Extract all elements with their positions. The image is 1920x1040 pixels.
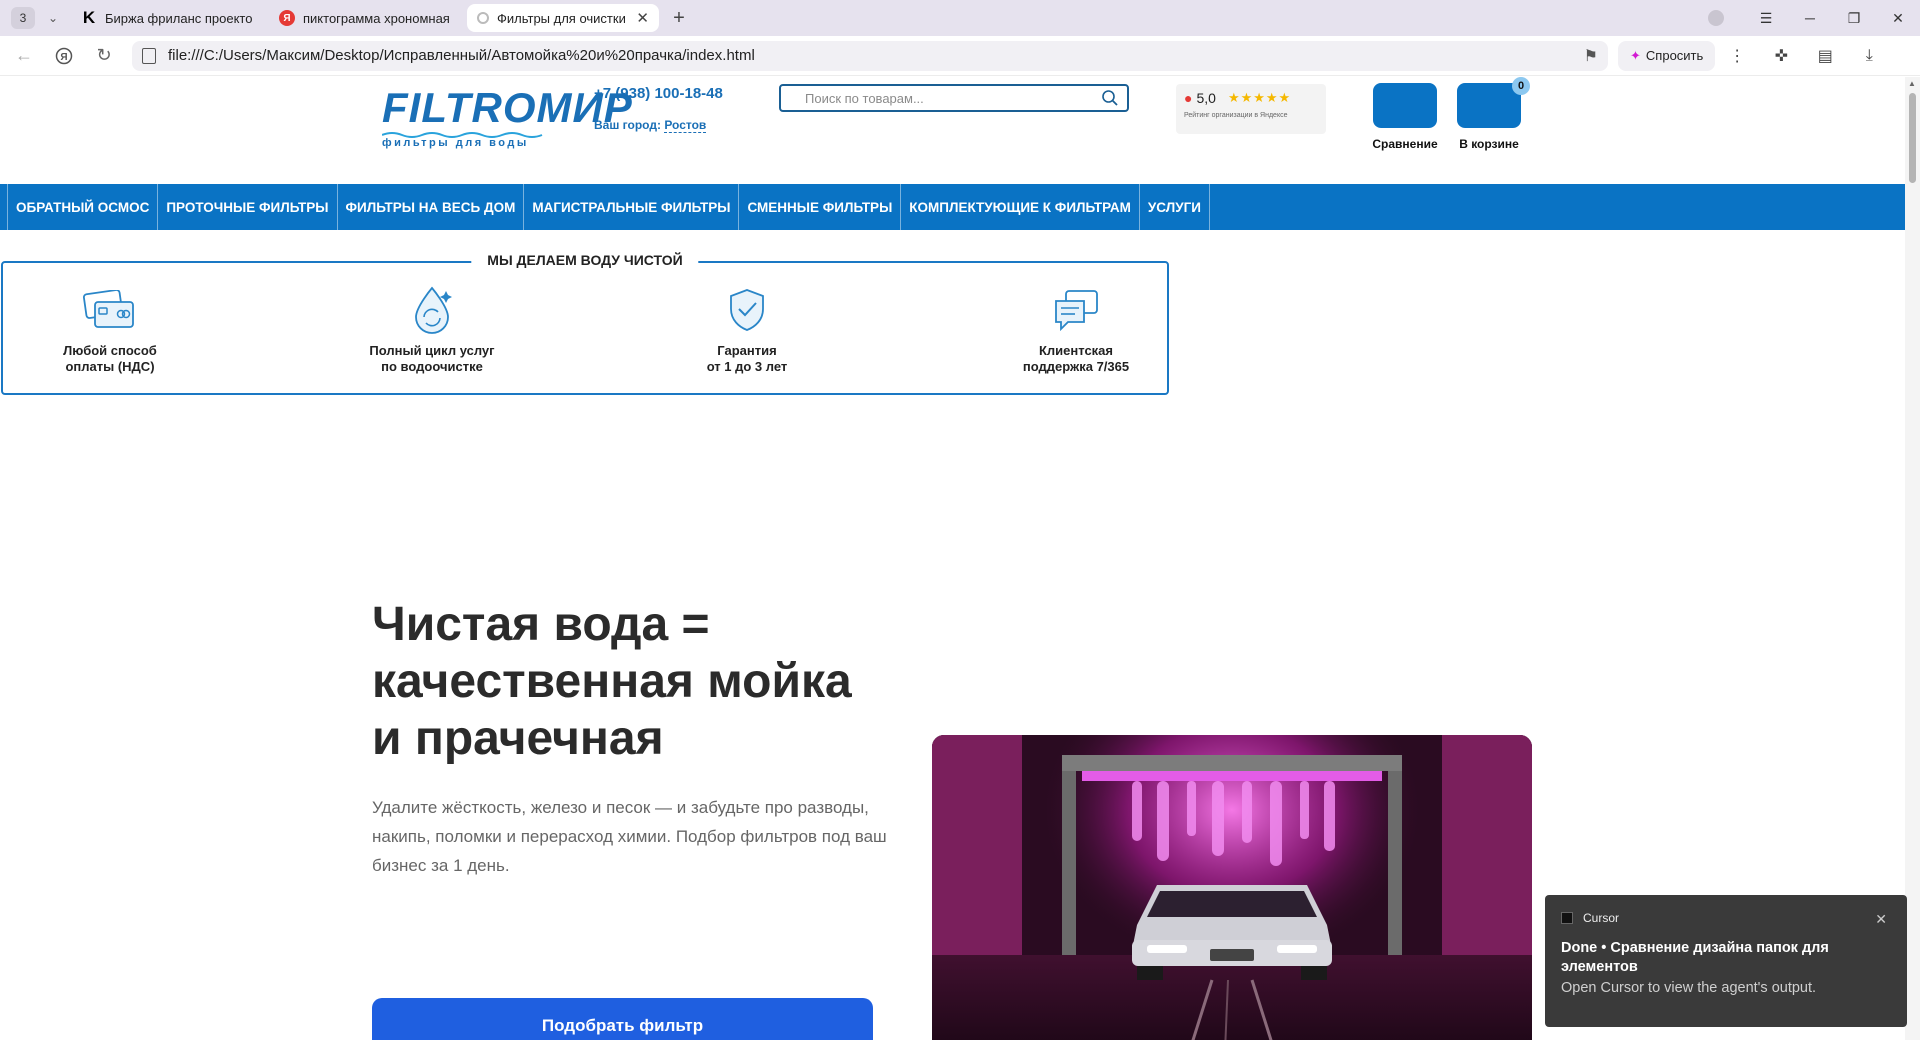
nav-item-services[interactable]: УСЛУГИ <box>1138 184 1210 230</box>
feature-full-cycle: Полный цикл услуг по водоочистке <box>342 285 522 375</box>
scroll-up-icon[interactable]: ▲ <box>1908 79 1916 88</box>
cursor-app-icon <box>1561 912 1573 924</box>
feature-payment: Любой способ оплаты (НДС) <box>20 285 200 375</box>
rating-stars: ★★★★★ <box>1227 90 1292 105</box>
filtromir-logo[interactable]: FILTROМИР фильтры для воды <box>382 84 633 149</box>
pick-filter-button[interactable]: Подобрать фильтр <box>372 998 873 1040</box>
nav-item-mainline-filters[interactable]: МАГИСТРАЛЬНЫЕ ФИЛЬТРЫ <box>523 184 738 230</box>
car-wash-illustration <box>932 735 1532 1040</box>
page-scrollbar[interactable]: ▲ <box>1905 77 1920 1040</box>
tab-title: Биржа фриланс проектов <box>105 10 253 26</box>
car-wash-image <box>932 735 1532 1040</box>
file-icon <box>477 12 489 24</box>
menu-icon[interactable]: ☰ <box>1744 10 1788 27</box>
feature-text-2: поддержка 7/365 <box>1022 359 1130 374</box>
city-label: Ваш город: <box>594 118 661 132</box>
tab-yandex-search[interactable]: Я пиктограмма хрономная <box>269 4 461 32</box>
hero-title: Чистая вода = качественная мойка и праче… <box>372 598 852 765</box>
extensions-icon[interactable]: ✜ <box>1759 36 1803 76</box>
cards-icon <box>83 290 134 328</box>
search-input[interactable]: Поиск по товарам... <box>779 84 1129 112</box>
yandex-rating-widget[interactable]: ● 5,0 ★★★★★ Рейтинг организации в Яндекс… <box>1176 84 1326 134</box>
close-tab-icon[interactable]: ✕ <box>636 9 649 27</box>
downloads-icon[interactable]: ⤓ <box>1847 36 1891 76</box>
kwork-icon: K <box>82 8 96 27</box>
water-drop-icon <box>415 286 452 334</box>
search-icon[interactable] <box>1101 89 1119 107</box>
logo-tagline: фильтры для воды <box>382 137 529 149</box>
close-notification-icon[interactable]: ✕ <box>1875 911 1887 928</box>
rating-caption: Рейтинг организации в Яндексе <box>1184 112 1288 119</box>
nav-item-whole-house[interactable]: ФИЛЬТРЫ НА ВЕСЬ ДОМ <box>336 184 524 230</box>
compare-label: Сравнение <box>1372 137 1438 151</box>
restore-icon[interactable]: ❐ <box>1832 10 1876 27</box>
feature-text-1: Гарантия <box>717 343 777 358</box>
ask-label: Спросить <box>1645 48 1704 63</box>
feature-text-2: от 1 до 3 лет <box>706 359 788 374</box>
feature-text-2: по водоочистке <box>381 359 483 374</box>
tabs-dropdown-icon[interactable]: ⌄ <box>41 7 65 29</box>
reload-icon[interactable]: ↻ <box>84 36 124 76</box>
back-icon[interactable]: ← <box>4 36 44 76</box>
tab-filters-active[interactable]: Фильтры для очистки в ✕ <box>467 4 659 32</box>
ask-alice-button[interactable]: ✦ Спросить <box>1618 40 1716 71</box>
bookmark-icon[interactable]: ⚑ <box>1584 46 1598 66</box>
search-placeholder: Поиск по товарам... <box>805 90 924 106</box>
logo-wordmark: FILTROМИР <box>382 84 633 131</box>
minimize-icon[interactable]: ─ <box>1788 10 1832 26</box>
city-link[interactable]: Ростов <box>664 118 707 133</box>
browser-tab-bar: 3 ⌄ K Биржа фриланс проектов Я пиктограм… <box>0 0 1920 36</box>
features-box: МЫ ДЕЛАЕМ ВОДУ ЧИСТОЙ Любой способ оплаты… <box>1 252 1169 395</box>
tab-freelance[interactable]: K Биржа фриланс проектов <box>71 4 263 32</box>
nav-item-flow-filters[interactable]: ПРОТОЧНЫЕ ФИЛЬТРЫ <box>157 184 336 230</box>
svg-text:Я: Я <box>60 52 67 63</box>
page-icon <box>142 47 156 64</box>
nav-item-replacement-filters[interactable]: СМЕННЫЕ ФИЛЬТРЫ <box>738 184 900 230</box>
feature-text-1: Любой способ <box>63 343 157 358</box>
feature-text-2: оплаты (НДС) <box>65 359 155 374</box>
compare-button[interactable] <box>1373 83 1437 128</box>
more-options-icon[interactable]: ⋮ <box>1715 36 1759 76</box>
cursor-notification[interactable]: Cursor ✕ Done • Сравнение дизайна папок … <box>1545 895 1907 1027</box>
feature-text-1: Полный цикл услуг <box>369 343 495 358</box>
address-bar: ← Я ↻ file:///C:/Users/Максим/Desktop/Ис… <box>0 36 1920 76</box>
yandex-home-icon[interactable]: Я <box>44 36 84 76</box>
location-pin-icon: ● <box>1184 90 1193 106</box>
shield-check-icon <box>730 289 764 331</box>
notification-body: Open Cursor to view the agent's output. <box>1561 980 1817 996</box>
cart-label: В корзине <box>1459 137 1519 151</box>
phone-number[interactable]: +7 (938) 100-18-48 <box>594 85 723 102</box>
tab-count-badge[interactable]: 3 <box>11 7 35 29</box>
scrollbar-thumb[interactable] <box>1909 93 1916 183</box>
sparkle-icon: ✦ <box>1630 47 1641 63</box>
notification-heading: Done • Сравнение дизайна папок для элеме… <box>1561 940 1829 975</box>
notification-app: Cursor <box>1561 911 1891 925</box>
cart-button[interactable] <box>1457 83 1521 128</box>
cart-count-badge: 0 <box>1512 77 1530 95</box>
nav-item-components[interactable]: КОМПЛЕКТУЮЩИЕ К ФИЛЬТРАМ <box>900 184 1139 230</box>
tab-title: Фильтры для очистки в <box>497 10 631 26</box>
city-selector: Ваш город: Ростов <box>594 118 707 133</box>
url-text: file:///C:/Users/Максим/Desktop/Исправле… <box>168 47 755 64</box>
notification-app-name: Cursor <box>1583 911 1620 925</box>
feature-text-1: Клиентская <box>1038 343 1113 358</box>
tab-title: пиктограмма хрономная <box>303 10 450 26</box>
hero-subtitle: Удалите жёсткость, железо и песок — и за… <box>372 798 887 875</box>
new-tab-button[interactable]: + <box>667 6 691 30</box>
yandex-icon: Я <box>279 10 295 26</box>
window-controls: ☰ ─ ❐ ✕ <box>1708 0 1920 36</box>
rating-score: 5,0 <box>1196 90 1216 106</box>
close-window-icon[interactable]: ✕ <box>1876 10 1920 27</box>
feature-support: Клиентская поддержка 7/365 <box>986 285 1166 375</box>
features-legend: МЫ ДЕЛАЕМ ВОДУ ЧИСТОЙ <box>471 252 699 268</box>
chat-icon <box>1055 290 1098 332</box>
nav-item-reverse-osmosis[interactable]: ОБРАТНЫЙ ОСМОС <box>7 184 157 230</box>
profile-avatar[interactable] <box>1708 10 1724 26</box>
url-field[interactable]: file:///C:/Users/Максим/Desktop/Исправле… <box>132 40 1608 71</box>
collections-icon[interactable]: ▤ <box>1803 36 1847 76</box>
feature-warranty: Гарантия от 1 до 3 лет <box>657 285 837 375</box>
category-nav: ОБРАТНЫЙ ОСМОС ПРОТОЧНЫЕ ФИЛЬТРЫ ФИЛЬТРЫ… <box>0 184 1905 230</box>
